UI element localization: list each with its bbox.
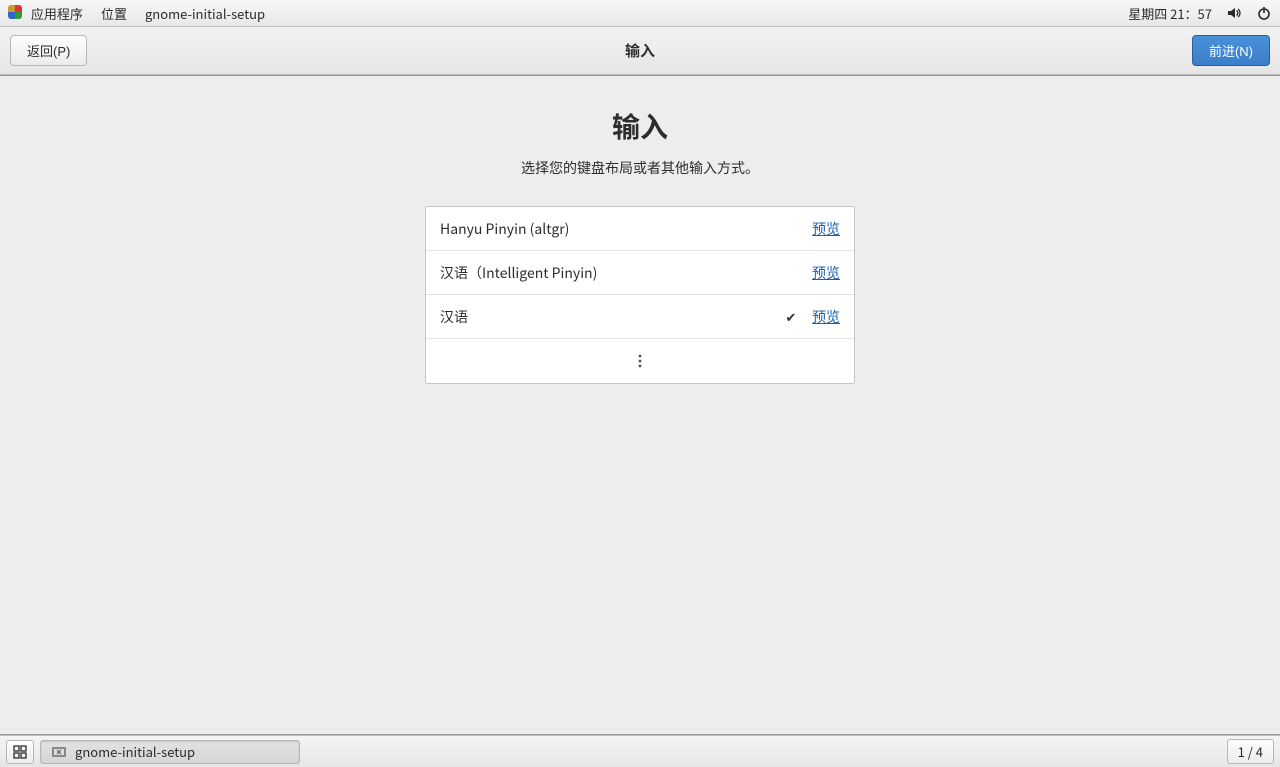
volume-icon[interactable]: [1226, 5, 1242, 21]
activities-icon: [8, 5, 22, 19]
input-source-row[interactable]: Hanyu Pinyin (altgr) 预览: [426, 207, 854, 251]
preview-link[interactable]: 预览: [812, 219, 840, 239]
taskbar-app-label: gnome-initial-setup: [75, 742, 195, 761]
input-source-row[interactable]: 汉语 ✔ 预览: [426, 295, 854, 339]
header-title: 输入: [625, 40, 655, 61]
back-button[interactable]: 返回(P): [10, 35, 87, 66]
main-content: 输入 选择您的键盘布局或者其他输入方式。 Hanyu Pinyin (altgr…: [0, 75, 1280, 735]
applications-label: 应用程序: [31, 4, 83, 23]
workspace-indicator[interactable]: 1 / 4: [1227, 739, 1274, 764]
applications-menu[interactable]: 应用程序: [8, 4, 83, 23]
input-sources-list: Hanyu Pinyin (altgr) 预览 汉语（Intelligent P…: [425, 206, 855, 384]
taskbar-app-button[interactable]: gnome-initial-setup: [40, 740, 300, 764]
page-subtitle: 选择您的键盘布局或者其他输入方式。: [521, 158, 759, 178]
app-icon: [51, 744, 67, 760]
page-title: 输入: [612, 106, 668, 146]
input-source-label: Hanyu Pinyin (altgr): [440, 219, 780, 239]
header-bar: 返回(P) 输入 前进(N): [0, 27, 1280, 75]
show-more-row[interactable]: [426, 339, 854, 383]
more-icon: [638, 354, 642, 368]
input-source-row[interactable]: 汉语（Intelligent Pinyin) 预览: [426, 251, 854, 295]
check-icon: ✔: [780, 307, 802, 326]
task-bar: gnome-initial-setup 1 / 4: [0, 735, 1280, 767]
preview-link[interactable]: 预览: [812, 307, 840, 327]
places-menu[interactable]: 位置: [101, 4, 127, 23]
workspace-switcher-button[interactable]: [6, 740, 34, 764]
next-button[interactable]: 前进(N): [1192, 35, 1270, 66]
datetime-label[interactable]: 星期四 21：57: [1128, 4, 1212, 23]
input-source-label: 汉语: [440, 307, 780, 327]
power-icon[interactable]: [1256, 5, 1272, 21]
preview-link[interactable]: 预览: [812, 263, 840, 283]
app-name-label[interactable]: gnome-initial-setup: [145, 4, 265, 23]
input-source-label: 汉语（Intelligent Pinyin): [440, 263, 780, 283]
system-top-bar: 应用程序 位置 gnome-initial-setup 星期四 21：57: [0, 0, 1280, 27]
